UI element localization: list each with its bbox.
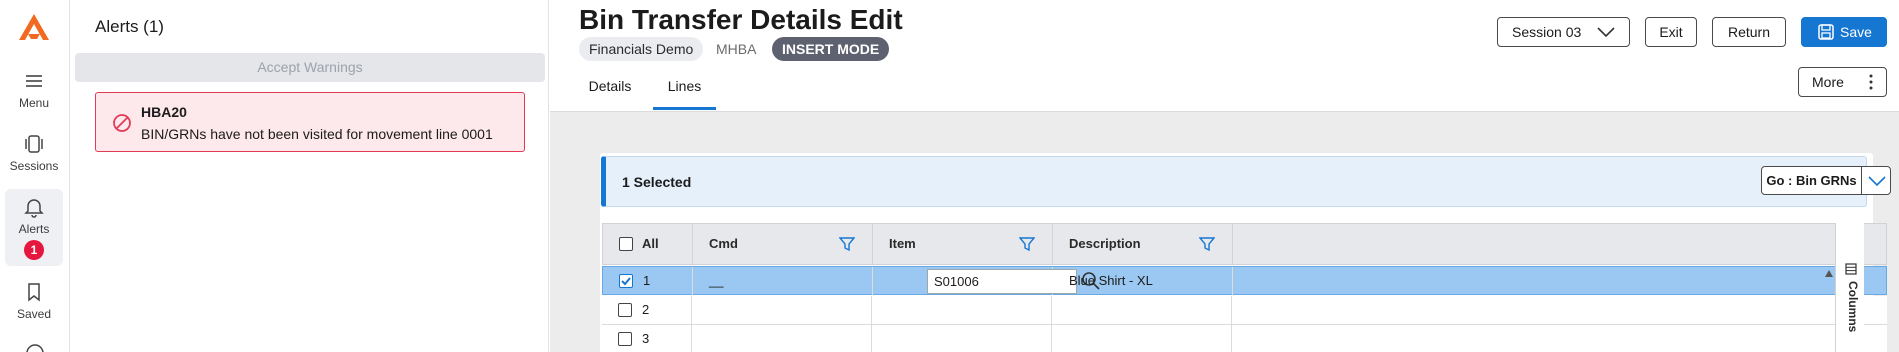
alerts-title: Alerts (1): [95, 17, 164, 36]
column-label: All: [642, 236, 659, 251]
cmd-cell[interactable]: __: [693, 267, 873, 295]
row-checkbox[interactable]: [618, 303, 632, 317]
error-icon: [113, 114, 131, 132]
table-row[interactable]: 3: [602, 325, 1887, 352]
rail-item-sessions[interactable]: Sessions: [5, 133, 63, 173]
left-rail: Menu Sessions Alerts 1 Saved: [0, 0, 70, 352]
app-logo-icon: [19, 14, 49, 40]
chevron-down-icon: [1597, 27, 1615, 38]
alert-card[interactable]: HBA20 BIN/GRNs have not been visited for…: [95, 92, 525, 152]
columns-label: Columns: [1846, 281, 1860, 333]
alert-count-badge: 1: [24, 240, 44, 260]
bookmark-icon: [28, 283, 40, 302]
alert-code: HBA20: [141, 104, 187, 120]
column-header-cmd[interactable]: Cmd: [693, 224, 873, 264]
more-button[interactable]: More: [1798, 67, 1887, 97]
go-bin-grns-button[interactable]: Go : Bin GRNs: [1761, 166, 1862, 195]
column-header-item[interactable]: Item: [873, 224, 1053, 264]
description-cell: [1052, 296, 1232, 324]
tab-lines[interactable]: Lines: [653, 74, 716, 110]
row-checkbox[interactable]: [619, 274, 633, 288]
checkmark-icon: [621, 277, 631, 286]
alert-message: BIN/GRNs have not been visited for movem…: [141, 126, 493, 142]
item-cell[interactable]: [872, 296, 1052, 324]
row-number: 3: [642, 331, 650, 346]
rail-item-menu[interactable]: Menu: [5, 70, 63, 110]
page-header: Bin Transfer Details Edit Financials Dem…: [550, 0, 1899, 112]
item-cell[interactable]: [872, 325, 1052, 352]
row-select-cell: 3: [602, 325, 692, 352]
alerts-panel: Alerts (1) Accept Warnings HBA20 BIN/GRN…: [71, 0, 549, 352]
column-header-all[interactable]: All: [603, 224, 693, 264]
go-dropdown-button[interactable]: [1861, 166, 1891, 195]
rail-item-label: Saved: [16, 307, 52, 321]
exit-button[interactable]: Exit: [1645, 17, 1697, 47]
scroll-up-arrow-icon[interactable]: [1825, 270, 1833, 277]
columns-icon: [1845, 263, 1857, 275]
accept-warnings-button[interactable]: Accept Warnings: [75, 53, 545, 82]
info-icon[interactable]: [24, 342, 46, 352]
chevron-down-icon: [1868, 176, 1886, 187]
grid-header: All Cmd Item Description: [602, 223, 1887, 265]
table-row[interactable]: 1 __ S01006 Blue Shirt - XL: [602, 266, 1887, 295]
session-label: Session 03: [1512, 24, 1582, 40]
filter-icon[interactable]: [1019, 236, 1035, 252]
column-label: Description: [1069, 236, 1141, 251]
row-select-cell: 2: [602, 296, 692, 324]
tab-details[interactable]: Details: [579, 74, 641, 110]
more-label: More: [1812, 74, 1844, 90]
rail-item-label: Sessions: [9, 159, 59, 173]
save-label: Save: [1840, 24, 1872, 40]
cmd-value: __: [709, 273, 724, 288]
floppy-disk-icon: [1818, 24, 1834, 40]
session-dropdown[interactable]: Session 03: [1497, 17, 1630, 47]
rail-item-saved[interactable]: Saved: [5, 281, 63, 321]
rail-item-label: Menu: [18, 96, 50, 110]
filter-icon[interactable]: [1199, 236, 1215, 252]
row-number: 1: [643, 273, 651, 288]
description-cell: [1052, 325, 1232, 352]
cmd-cell[interactable]: [692, 325, 872, 352]
row-number: 2: [642, 302, 650, 317]
kebab-menu-icon: [1869, 74, 1873, 90]
hamburger-icon: [26, 75, 42, 87]
select-all-checkbox[interactable]: [619, 237, 633, 251]
rail-item-label: Alerts: [18, 222, 50, 236]
column-label: Cmd: [709, 236, 738, 251]
save-button[interactable]: Save: [1801, 17, 1887, 47]
description-cell: Blue Shirt - XL: [1053, 267, 1233, 295]
column-label: Item: [889, 236, 916, 251]
cmd-cell[interactable]: [692, 296, 872, 324]
bell-icon: [24, 199, 44, 218]
row-select-cell: 1: [603, 267, 693, 295]
row-checkbox[interactable]: [618, 332, 632, 346]
main-area: Bin Transfer Details Edit Financials Dem…: [550, 0, 1899, 352]
mode-badge: INSERT MODE: [772, 37, 890, 61]
program-code: MHBA: [716, 41, 757, 57]
description-value: Blue Shirt - XL: [1069, 273, 1153, 288]
return-button[interactable]: Return: [1712, 17, 1786, 47]
page-title: Bin Transfer Details Edit: [579, 4, 903, 35]
filter-icon[interactable]: [839, 236, 855, 252]
selection-count: 1 Selected: [622, 174, 692, 190]
table-row[interactable]: 2: [602, 296, 1887, 325]
company-chip: Financials Demo: [579, 37, 704, 61]
column-header-description[interactable]: Description: [1053, 224, 1233, 264]
sessions-icon: [25, 135, 43, 153]
rail-item-alerts[interactable]: Alerts 1: [5, 189, 63, 266]
selection-bar: 1 Selected: [601, 156, 1867, 207]
